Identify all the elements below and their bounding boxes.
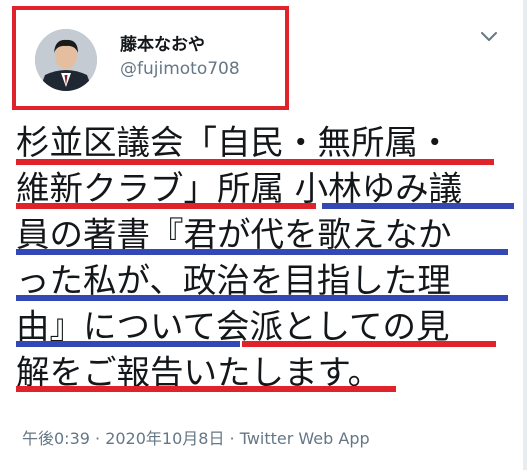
avatar[interactable] — [35, 29, 97, 91]
red-underline — [16, 386, 396, 392]
author-handle[interactable]: @fujimoto708 — [120, 59, 240, 79]
scrollbar[interactable] — [523, 0, 527, 470]
red-underline — [16, 203, 316, 209]
red-underline — [16, 159, 494, 165]
chevron-down-icon[interactable] — [476, 26, 502, 46]
blue-underline — [16, 295, 508, 301]
author-display-name[interactable]: 藤本なおや — [120, 30, 205, 55]
blue-underline — [16, 249, 508, 255]
blue-underline — [16, 341, 240, 347]
blue-underline — [322, 203, 514, 209]
tweet-timestamp[interactable]: 午後0:39 · 2020年10月8日 · Twitter Web App — [22, 425, 370, 449]
red-underline — [242, 341, 496, 347]
author-header-highlight: 藤本なおや @fujimoto708 — [12, 6, 289, 110]
